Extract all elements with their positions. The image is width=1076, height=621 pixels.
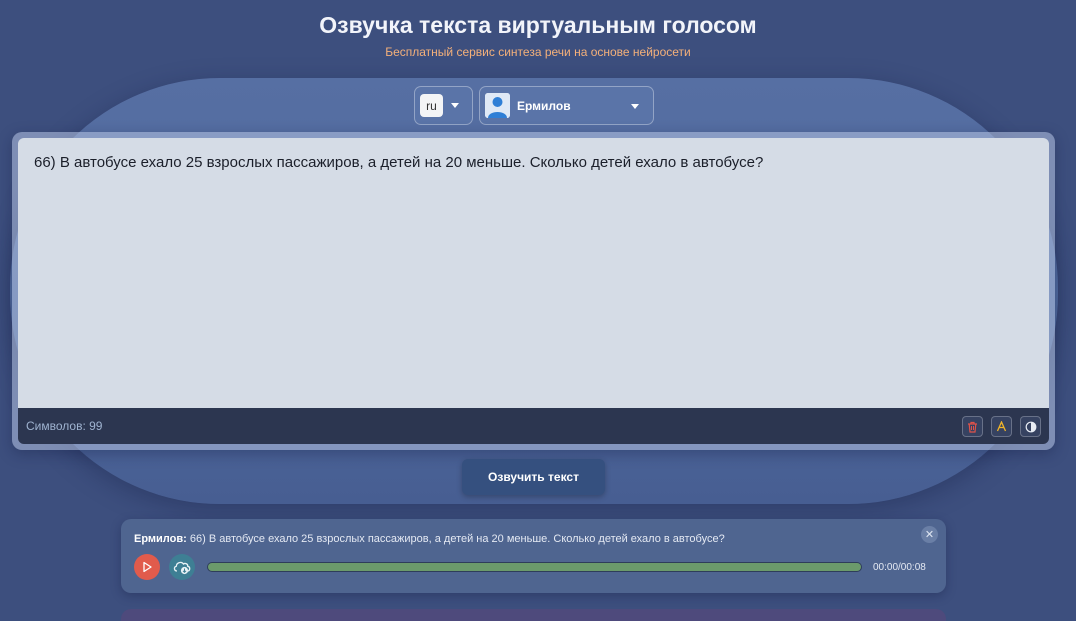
editor-tools <box>962 416 1041 437</box>
voice-select[interactable]: Ермилов <box>479 86 654 125</box>
download-button[interactable] <box>169 554 195 580</box>
page-subtitle: Бесплатный сервис синтеза речи на основе… <box>385 45 691 59</box>
close-icon[interactable]: ✕ <box>921 526 938 543</box>
audio-card: Ермилов: 66) В автобусе ехало 25 взрослы… <box>121 519 946 593</box>
play-button[interactable] <box>134 554 160 580</box>
language-select[interactable]: ru <box>414 86 473 125</box>
language-value: ru <box>420 94 443 117</box>
voice-name: Ермилов <box>517 98 571 113</box>
char-count: Символов: 99 <box>26 419 103 433</box>
audio-caption: Ермилов: 66) В автобусе ехало 25 взрослы… <box>134 533 725 545</box>
audio-speaker: Ермилов: <box>134 533 187 545</box>
cloud-download-icon <box>173 561 191 575</box>
font-icon[interactable] <box>991 416 1012 437</box>
play-icon <box>143 561 152 573</box>
trash-icon[interactable] <box>962 416 983 437</box>
page-title: Озвучка текста виртуальным голосом <box>319 12 757 38</box>
editor-footer: Символов: 99 <box>18 408 1049 444</box>
audio-time: 00:00/00:08 <box>873 562 926 573</box>
audio-card-next <box>121 609 946 621</box>
speak-button[interactable]: Озвучить текст <box>462 459 605 495</box>
user-avatar-icon <box>485 93 510 118</box>
audio-text: 66) В автобусе ехало 25 взрослых пассажи… <box>189 533 725 545</box>
chevron-down-icon <box>631 104 639 109</box>
voice-controls: ru Ермилов <box>414 86 654 125</box>
audio-progress-fill <box>208 563 861 571</box>
chevron-down-icon <box>451 103 459 108</box>
text-input[interactable]: 66) В автобусе ехало 25 взрослых пассажи… <box>18 138 1049 408</box>
audio-progress-bar[interactable] <box>207 562 862 572</box>
contrast-icon[interactable] <box>1020 416 1041 437</box>
